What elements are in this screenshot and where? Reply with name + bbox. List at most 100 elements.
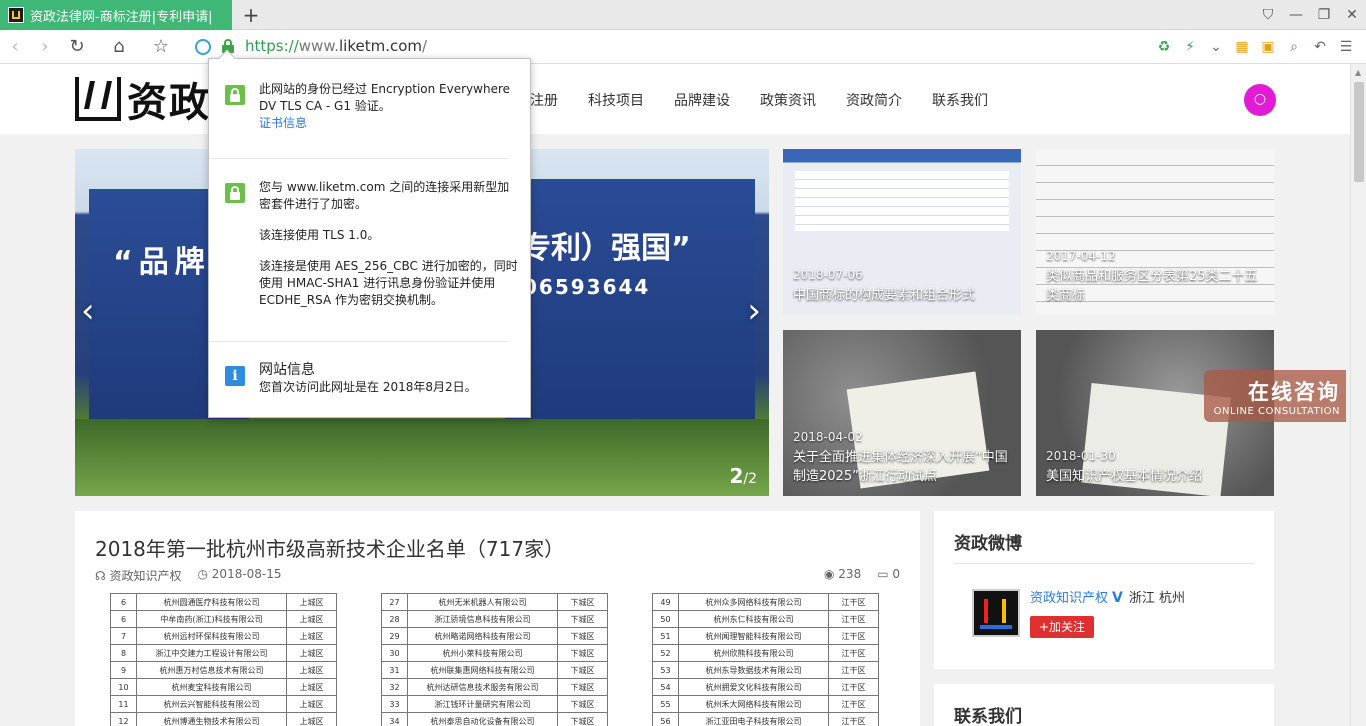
comment-icon: ▭ 0 — [877, 567, 900, 581]
maximize-button[interactable]: ❐ — [1310, 0, 1338, 30]
toolbar-right: ♻ ⚡ ⌄ ▦ ▣ ⌕ ↶ ☰ — [1154, 36, 1356, 58]
eye-icon: ◉ 238 — [824, 567, 862, 581]
weibo-location: 浙江 杭州 — [1128, 591, 1185, 606]
company-name: 浙江亚田电子科技有限公司 — [678, 712, 829, 726]
web-page: 资政 注册 科技项目 品牌建设 政策资讯 资政简介 联系我们 ○ “品牌 专利）… — [0, 64, 1350, 726]
scroll-up-icon[interactable]: ▲ — [1355, 68, 1361, 77]
article-meta: ☊ 资政知识产权 ◷ 2018-08-15 — [95, 567, 282, 584]
company-name: 浙江钱环计量研究有限公司 — [407, 695, 558, 713]
site-logo[interactable]: 资政 — [75, 76, 211, 126]
recycle-icon[interactable]: ♻ — [1154, 36, 1174, 58]
company-name: 杭州东仁科技有限公司 — [678, 610, 829, 628]
article-title[interactable]: 2018年第一批杭州市级高新技术企业名单（717家） — [95, 533, 564, 562]
row-number: 53 — [652, 661, 679, 679]
clock-icon: ◷ 2018-08-15 — [197, 567, 282, 581]
consult-label: 在线咨询 — [1248, 380, 1340, 404]
row-number: 10 — [110, 678, 137, 696]
tab-title: 资政法律网-商标注册|专利申请| — [30, 9, 213, 25]
company-name: 杭州略诺网络科技有限公司 — [407, 627, 558, 645]
table-row: 34 杭州泰思自动化设备有限公司 下城区 — [381, 712, 608, 726]
district: 下城区 — [557, 695, 608, 713]
apps-grid-icon[interactable]: ▦ — [1232, 36, 1252, 58]
lock-icon — [225, 85, 245, 105]
table-row: 33 浙江钱环计量研究有限公司 下城区 — [381, 695, 608, 713]
article-author[interactable]: 资政知识产权 — [109, 569, 181, 583]
site-search-icon[interactable]: ○ — [1244, 84, 1276, 116]
thumb-title: 类似商品和服务区分表第25类二十五类商标 — [1046, 269, 1258, 303]
thumb-title: 美国知识产权基本情况介绍 — [1046, 469, 1203, 484]
news-thumb[interactable]: 2018-07-06 中国商标的构成要素和组合形式 — [783, 149, 1021, 315]
divider — [209, 341, 509, 342]
slider-prev-arrow-icon[interactable]: ‹ — [81, 291, 95, 331]
news-thumb[interactable]: 2017-04-12 类似商品和服务区分表第25类二十五类商标 — [1036, 149, 1274, 315]
address-bar[interactable]: https://www.liketm.com/ — [245, 37, 427, 55]
banner-phone: 06593644 — [523, 275, 651, 299]
company-name: 杭州麦宝科技有限公司 — [136, 678, 287, 696]
table-row: 11 杭州云兴智能科技有限公司 上城区 — [110, 695, 337, 713]
chevron-down-icon[interactable]: ⌄ — [1206, 36, 1226, 58]
table-row: 12 杭州博通生物技术有限公司 上城区 — [110, 712, 337, 726]
menu-item-contact[interactable]: 联系我们 — [932, 90, 988, 110]
row-number: 28 — [381, 610, 408, 628]
undo-icon[interactable]: ↶ — [1310, 36, 1330, 58]
company-name: 浙江中交建力工程设计有限公司 — [136, 644, 287, 662]
menu-item-about[interactable]: 资政简介 — [846, 90, 902, 110]
minimize-button[interactable]: — — [1282, 0, 1310, 30]
shield-icon[interactable] — [195, 39, 211, 55]
company-name: 杭州博通生物技术有限公司 — [136, 712, 287, 726]
district: 江干区 — [828, 678, 879, 696]
district: 下城区 — [557, 644, 608, 662]
lightning-icon[interactable]: ⚡ — [1180, 36, 1200, 58]
district: 江干区 — [828, 695, 879, 713]
online-consult-button[interactable]: 在线咨询 ONLINE CONSULTATION — [1204, 370, 1346, 422]
row-number: 27 — [381, 593, 408, 611]
browser-tab[interactable]: 资政法律网-商标注册|专利申请| — [0, 0, 232, 30]
weibo-name[interactable]: 资政知识产权 — [1030, 591, 1108, 606]
company-name: 杭州拥爱文化科技有限公司 — [678, 678, 829, 696]
url-host: liketm.com — [338, 37, 422, 55]
skin-icon[interactable]: ⛉ — [1254, 0, 1282, 30]
news-thumb[interactable]: 2018-04-02 关于全面推进集体经济深入开展“中国制造2025”浙江行动试点 — [783, 330, 1021, 496]
menu-icon[interactable]: ☰ — [1336, 36, 1356, 58]
reload-button[interactable]: ↻ — [66, 36, 88, 58]
back-button[interactable]: ‹ — [4, 36, 26, 58]
row-number: 54 — [652, 678, 679, 696]
weibo-panel: 资政微博 资政知识产权 V 浙江 杭州 +加关注 — [934, 511, 1274, 669]
search-tool-icon[interactable]: ⌕ — [1284, 36, 1304, 58]
slider-next-arrow-icon[interactable]: › — [747, 291, 761, 331]
menu-item-tech-projects[interactable]: 科技项目 — [588, 90, 644, 110]
page-scrollbar[interactable]: ▲ — [1350, 64, 1366, 726]
extension-icon[interactable]: ▣ — [1258, 36, 1278, 58]
divider — [209, 158, 509, 159]
district: 江干区 — [828, 712, 879, 726]
logo-text: 资政 — [127, 80, 211, 126]
weibo-avatar[interactable] — [972, 589, 1020, 637]
close-button[interactable]: ✕ — [1338, 0, 1366, 30]
certificate-link[interactable]: 证书信息 — [259, 116, 307, 130]
district: 上城区 — [286, 593, 337, 611]
site-header: 资政 注册 科技项目 品牌建设 政策资讯 资政简介 联系我们 ○ — [0, 64, 1350, 134]
forward-button[interactable]: › — [34, 36, 56, 58]
company-name: 杭州联集惠网络科技有限公司 — [407, 661, 558, 679]
home-button[interactable]: ⌂ — [108, 36, 130, 58]
thumb-date: 2018-07-06 — [793, 268, 863, 282]
row-number: 32 — [381, 678, 408, 696]
row-number: 6 — [110, 593, 137, 611]
menu-item-brand-building[interactable]: 品牌建设 — [674, 90, 730, 110]
favicon-icon — [8, 7, 24, 23]
company-name: 杭州无米机器人有限公司 — [407, 593, 558, 611]
thumb-date: 2018-04-02 — [793, 430, 863, 444]
scroll-thumb[interactable] — [1354, 82, 1364, 182]
bookmark-star-icon[interactable]: ☆ — [150, 36, 172, 58]
new-tab-button[interactable]: + — [240, 4, 262, 26]
slide-banner-right: 专利）强国” 06593644 — [505, 179, 755, 419]
follow-button[interactable]: +加关注 — [1030, 616, 1094, 638]
company-name: 杭州东导数据技术有限公司 — [678, 661, 829, 679]
row-number: 33 — [381, 695, 408, 713]
menu-item-register[interactable]: 注册 — [530, 90, 558, 110]
district: 江干区 — [828, 627, 879, 645]
row-number: 49 — [652, 593, 679, 611]
menu-item-policy-news[interactable]: 政策资讯 — [760, 90, 816, 110]
site-security-popup: 此网站的身份已经过 Encryption Everywhere DV TLS C… — [208, 49, 531, 418]
row-number: 51 — [652, 627, 679, 645]
